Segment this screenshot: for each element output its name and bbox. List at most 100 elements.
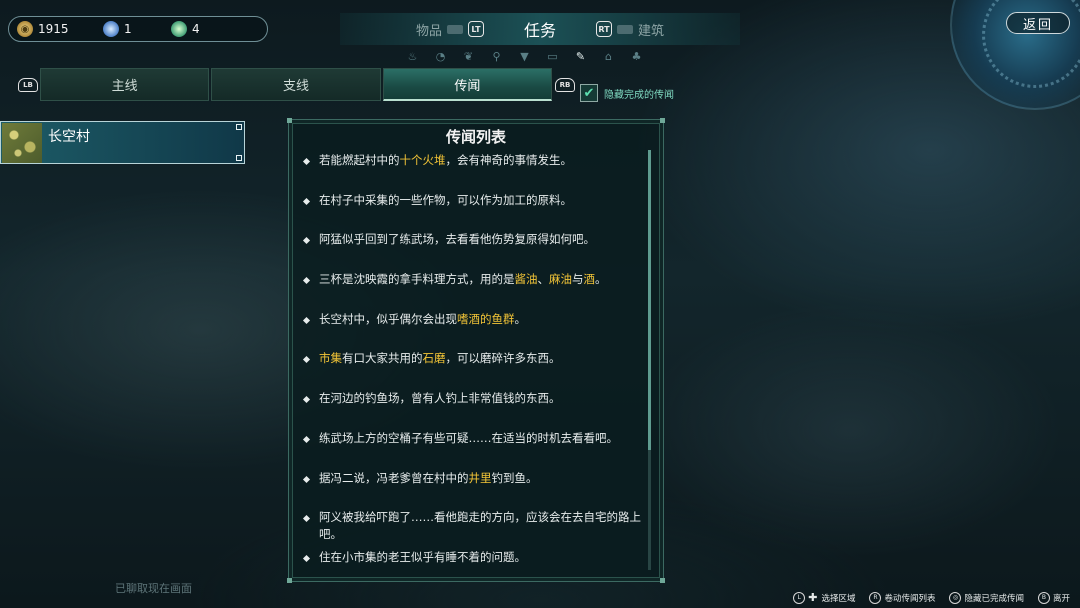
tab-items[interactable]: 物品 LT — [416, 20, 484, 39]
footer-note: 已聊取现在画面 — [115, 582, 192, 595]
leaf-icon — [171, 21, 187, 37]
hide-completed-checkbox[interactable]: ✔ — [580, 84, 598, 102]
hint-select-region: L ✚ 选择区域 — [793, 591, 855, 604]
tab-slot-icon — [446, 24, 463, 34]
orb-icon[interactable]: ◔ — [433, 49, 448, 64]
rumor-keyword: 十个火堆 — [399, 153, 446, 167]
rumor-text: 长空村中，似乎偶尔会出现 — [319, 311, 457, 326]
chest-icon[interactable]: ▭ — [545, 49, 560, 64]
rumor-keyword: 麻油 — [549, 272, 572, 287]
rumor-text: 阿义被我给吓跑了……看他跑走的方向，应该会在去自宅的路上吧。 — [319, 510, 641, 542]
rumor-text: 。 — [514, 311, 527, 326]
hide-completed-option[interactable]: ✔ 隐藏完成的传闻 — [580, 84, 674, 102]
corner-decoration — [660, 118, 665, 123]
rumor-text: 三杯是沈映霞的拿手料理方式，用的是 — [319, 272, 515, 287]
rumor-item: 阿猛似乎回到了练武场，去看看他伤势复原得如何吧。 — [303, 231, 643, 271]
lb-button-icon: LB — [18, 78, 38, 92]
view-button-icon: ◎ — [949, 591, 962, 604]
brush-icon[interactable]: ✎ — [573, 49, 588, 64]
tab-side-quest[interactable]: 支线 — [211, 68, 381, 101]
tab-buildings-label: 建筑 — [638, 23, 665, 39]
hint-scroll-list: R 卷动传闻列表 — [869, 591, 936, 604]
rumor-text: 练武场上方的空桶子有些可疑……在适当的时机去看看吧。 — [319, 430, 618, 445]
hint-label: 离开 — [1052, 593, 1070, 604]
hint-label: 卷动传闻列表 — [884, 593, 936, 604]
rumor-keyword: 酒 — [583, 272, 596, 287]
rumor-text: 据冯二说，冯老爹曾在村中的 — [319, 470, 469, 485]
rumor-item: 若能燃起村中的十个火堆，会有神奇的事情发生。 — [303, 152, 643, 192]
coin-value: 1915 — [38, 22, 69, 36]
rumor-keyword: 嗜酒的鱼群 — [457, 311, 515, 326]
rumor-text: 阿猛似乎回到了练武场，去看看他伤势复原得如何吧。 — [319, 232, 595, 247]
corner-decoration — [236, 124, 242, 130]
rumor-item: 三杯是沈映霞的拿手料理方式，用的是酱油、麻油与酒。 — [303, 271, 643, 311]
hint-label: 选择区域 — [821, 593, 856, 604]
rumor-item: 长空村中，似乎偶尔会出现嗜酒的鱼群。 — [303, 311, 643, 351]
rumor-item: 在村子中采集的一些作物，可以作为加工的原料。 — [303, 192, 643, 232]
location-name: 长空村 — [48, 128, 90, 145]
location-item[interactable]: 长空村 — [0, 121, 245, 164]
shirt-icon[interactable]: ▼ — [517, 49, 532, 64]
dpad-icon: ✚ — [808, 591, 818, 604]
tab-items-label: 物品 — [415, 23, 442, 39]
panel-title: 传闻列表 — [445, 128, 506, 146]
gem-counter: 1 — [103, 21, 171, 37]
feather-icon[interactable]: ❦ — [461, 49, 476, 64]
rumor-item: 住在小市集的老王似乎有睡不着的问题。 — [303, 549, 643, 589]
gem-value: 1 — [124, 22, 132, 36]
rumor-text: ，会有神奇的事情发生。 — [445, 153, 573, 167]
category-icon-row: ♨ ◔ ❦ ⚲ ▼ ▭ ✎ ⌂ ♣ — [405, 49, 644, 65]
coin-counter: ◉ 1915 — [17, 21, 103, 37]
hint-hide-completed: ◎ 隐藏已完成传闻 — [949, 591, 1024, 604]
gem-icon — [103, 21, 119, 37]
house-icon[interactable]: ⌂ — [601, 49, 616, 64]
tab-slot-icon — [617, 24, 633, 34]
rumor-item: 练武场上方的空桶子有些可疑……在适当的时机去看看吧。 — [303, 430, 643, 470]
corner-decoration — [236, 155, 242, 161]
hide-completed-label: 隐藏完成的传闻 — [604, 89, 674, 101]
coin-icon: ◉ — [17, 21, 33, 37]
tab-main-quest[interactable]: 主线 — [40, 68, 210, 101]
leaf-counter: 4 — [171, 21, 200, 37]
rumor-text: 若能燃起村中的 — [319, 153, 400, 167]
sub-tab-bar: 主线 支线 传闻 — [40, 68, 552, 101]
rumor-item: 市集有口大家共用的石磨，可以磨碎许多东西。 — [303, 350, 643, 390]
rumor-list[interactable]: 若能燃起村中的十个火堆，会有神奇的事情发生。 在村子中采集的一些作物，可以作为加工… — [303, 152, 643, 589]
tab-rumors[interactable]: 传闻 — [382, 68, 552, 101]
leaf-value: 4 — [192, 22, 200, 36]
back-button[interactable]: 返回 — [1006, 12, 1070, 34]
hint-exit: B 离开 — [1037, 591, 1070, 604]
rumor-item: 阿义被我给吓跑了……看他跑走的方向，应该会在去自宅的路上吧。 — [303, 509, 643, 549]
rumor-keyword: 酱油 — [514, 272, 538, 287]
rumor-text: 。 — [595, 272, 607, 287]
rumor-text: 在河边的钓鱼场，曾有人钓上非常值钱的东西。 — [319, 391, 561, 406]
left-stick-icon: L — [793, 591, 806, 604]
right-stick-icon: R — [869, 591, 882, 604]
currency-bar: ◉ 1915 1 4 — [8, 16, 268, 42]
rumor-text: ，可以磨碎许多东西。 — [445, 351, 561, 366]
check-icon: ✔ — [583, 85, 595, 101]
tab-buildings[interactable]: RT 建筑 — [596, 20, 664, 39]
figure-icon[interactable]: ⚲ — [489, 49, 504, 64]
rumor-keyword: 井里 — [468, 470, 492, 485]
rumor-keyword: 市集 — [319, 351, 342, 366]
tab-tasks[interactable]: 任务 — [524, 17, 556, 41]
rumor-text: 有口大家共用的 — [342, 351, 423, 366]
rumor-text: 住在小市集的老王似乎有睡不着的问题。 — [319, 549, 526, 564]
scrollbar-thumb[interactable] — [648, 150, 651, 450]
rumor-item: 在河边的钓鱼场，曾有人钓上非常值钱的东西。 — [303, 390, 643, 430]
potion-icon[interactable]: ♨ — [405, 49, 420, 64]
control-hints: L ✚ 选择区域 R 卷动传闻列表 ◎ 隐藏已完成传闻 B 离开 — [793, 591, 1070, 604]
rumor-text: 与 — [572, 272, 584, 287]
hint-label: 隐藏已完成传闻 — [964, 593, 1024, 604]
rumor-text: 、 — [537, 272, 550, 287]
top-tab-bar: 物品 LT 任务 RT 建筑 — [340, 13, 740, 45]
corner-decoration — [660, 578, 665, 583]
rumor-text: 在村子中采集的一些作物，可以作为加工的原料。 — [319, 192, 572, 207]
lt-button-icon: LT — [467, 21, 484, 37]
corner-decoration — [287, 118, 292, 123]
rumor-text: 钓到鱼。 — [491, 470, 538, 485]
b-button-icon: B — [1037, 591, 1050, 604]
tree-icon[interactable]: ♣ — [629, 49, 644, 64]
rumor-panel: 传闻列表 若能燃起村中的十个火堆，会有神奇的事情发生。 在村子中采集的一些作物，可… — [287, 118, 665, 583]
